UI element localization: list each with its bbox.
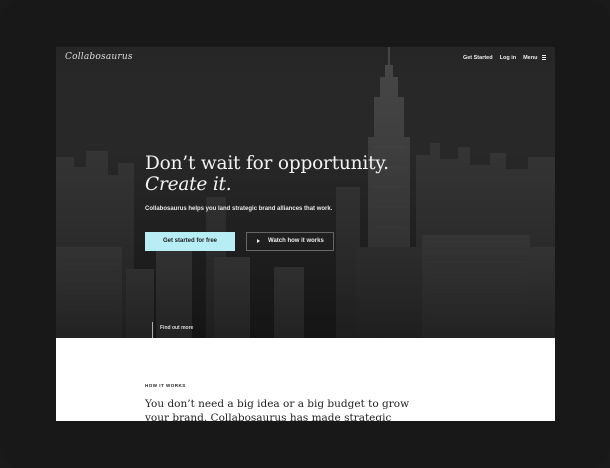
nav-links: Get Started Log in Menu: [463, 55, 546, 61]
hero-section: Collabosaurus Get Started Log in Menu Do…: [56, 47, 555, 338]
nav-get-started-link[interactable]: Get Started: [463, 55, 493, 61]
find-out-more-divider: [152, 322, 153, 338]
watch-how-it-works-label: Watch how it works: [268, 238, 324, 244]
how-it-works-eyebrow: HOW IT WORKS: [145, 383, 186, 388]
hero-headline-line2: Create it.: [145, 174, 232, 195]
find-out-more-link[interactable]: Find out more: [160, 325, 193, 331]
get-started-free-button[interactable]: Get started for free: [145, 232, 235, 251]
nav-menu-button[interactable]: Menu: [523, 55, 546, 61]
how-it-works-body: You don’t need a big idea or a big budge…: [145, 398, 410, 421]
hero-subline: Collabosaurus helps you land strategic b…: [145, 206, 333, 212]
nav-menu-label: Menu: [523, 55, 538, 61]
browser-screen: Collabosaurus Get Started Log in Menu Do…: [56, 47, 555, 421]
how-it-works-section: HOW IT WORKS You don’t need a big idea o…: [56, 338, 555, 421]
watch-how-it-works-button[interactable]: Watch how it works: [246, 232, 334, 251]
play-icon: [257, 239, 260, 243]
top-navigation: Collabosaurus Get Started Log in Menu: [56, 47, 555, 69]
hero-headline: Don’t wait for opportunity. Create it.: [145, 153, 389, 195]
menu-icon: [542, 55, 546, 60]
logo[interactable]: Collabosaurus: [65, 52, 133, 62]
hero-headline-line1: Don’t wait for opportunity.: [145, 153, 389, 174]
nav-log-in-link[interactable]: Log in: [500, 55, 517, 61]
